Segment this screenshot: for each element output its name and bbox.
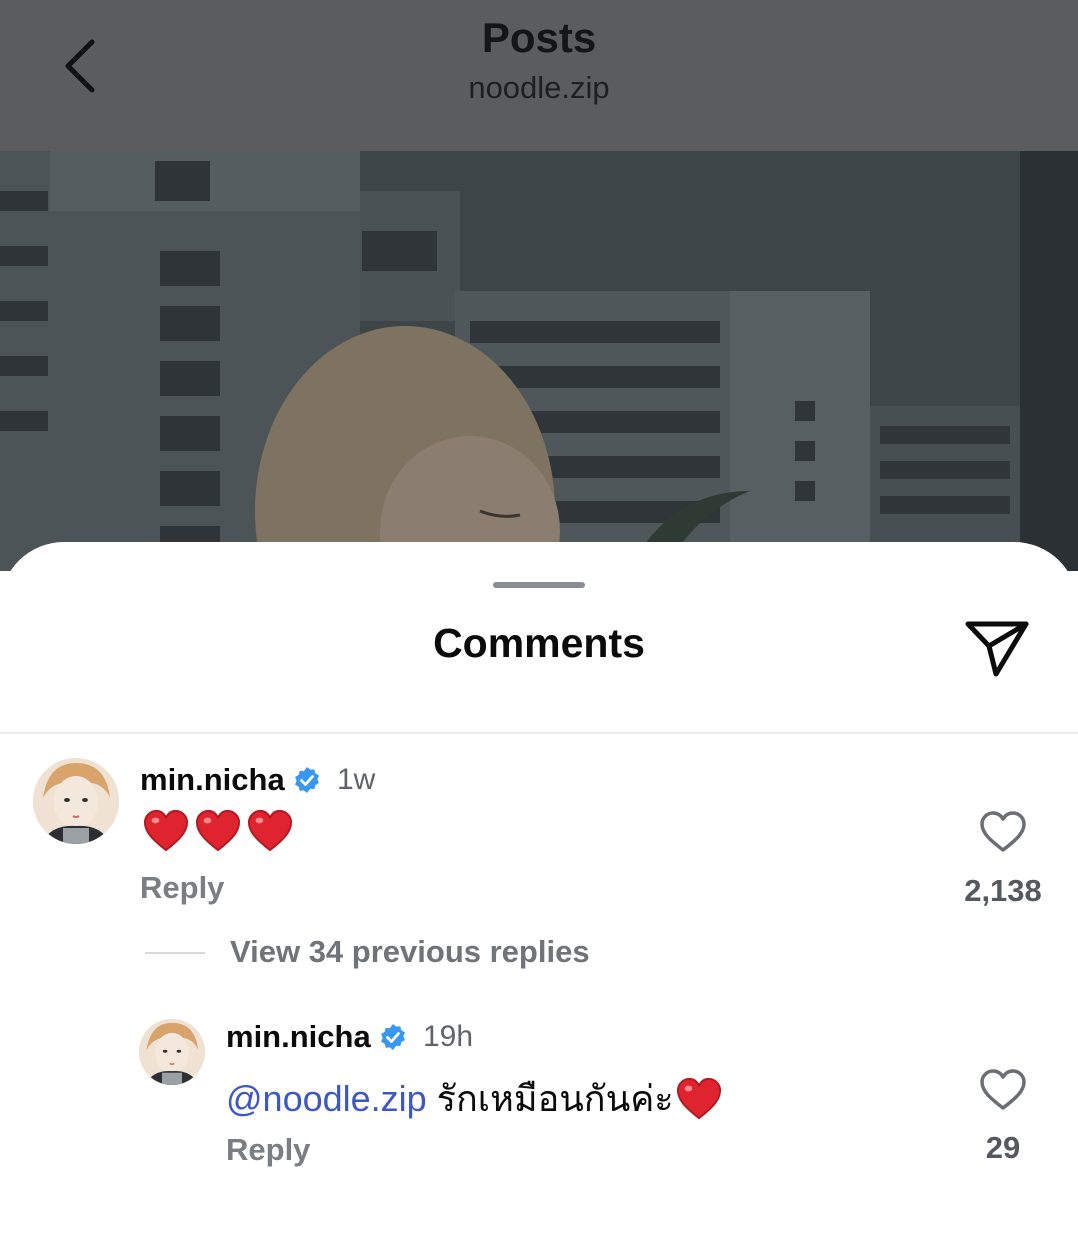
red-heart-icon	[247, 809, 293, 852]
red-heart-icon	[195, 809, 241, 852]
reply-button[interactable]: Reply	[226, 1132, 310, 1168]
header-divider	[0, 732, 1078, 734]
comment-username[interactable]: min.nicha	[140, 762, 321, 798]
comment-username-text[interactable]: min.nicha	[140, 762, 285, 798]
comment-text: ❤️❤️❤️	[143, 808, 299, 854]
red-heart-icon	[676, 1077, 721, 1119]
reply-time: 19h	[423, 1020, 474, 1053]
post-image	[0, 151, 1078, 571]
page-subtitle-username[interactable]: noodle.zip	[0, 70, 1078, 106]
heart-outline-icon	[980, 1069, 1026, 1110]
reply-text: @noodle.zip รักเหมือนกันค่ะ ❤️	[226, 1070, 728, 1127]
paper-plane-icon	[965, 621, 1029, 677]
reply-username[interactable]: min.nicha	[226, 1019, 407, 1055]
comments-sheet: Comments min.nicha 1w ❤️❤️❤️	[0, 542, 1078, 1242]
heart-outline-icon	[980, 811, 1026, 852]
mention-link[interactable]: @noodle.zip	[226, 1078, 427, 1120]
like-button[interactable]	[979, 1068, 1027, 1112]
top-nav-bar: Posts noodle.zip	[0, 0, 1078, 151]
avatar[interactable]	[139, 1019, 205, 1085]
share-button[interactable]	[962, 616, 1034, 680]
comment-time: 1w	[337, 763, 376, 796]
like-count: 2,138	[964, 873, 1042, 908]
verified-badge-icon	[293, 766, 321, 794]
reply-username-text[interactable]: min.nicha	[226, 1019, 371, 1055]
sheet-drag-handle[interactable]	[493, 582, 585, 588]
like-button[interactable]	[979, 810, 1027, 854]
reply-button[interactable]: Reply	[140, 870, 224, 906]
view-previous-replies-button[interactable]: View 34 previous replies	[230, 934, 590, 970]
avatar[interactable]	[33, 758, 119, 844]
verified-badge-icon	[379, 1023, 407, 1051]
replies-divider-line	[145, 952, 205, 954]
comments-title: Comments	[433, 620, 645, 666]
page-title: Posts	[481, 14, 597, 61]
reply-text-value: รักเหมือนกันค่ะ	[436, 1078, 674, 1119]
red-heart-icon	[143, 809, 189, 852]
like-count: 29	[985, 1130, 1021, 1165]
